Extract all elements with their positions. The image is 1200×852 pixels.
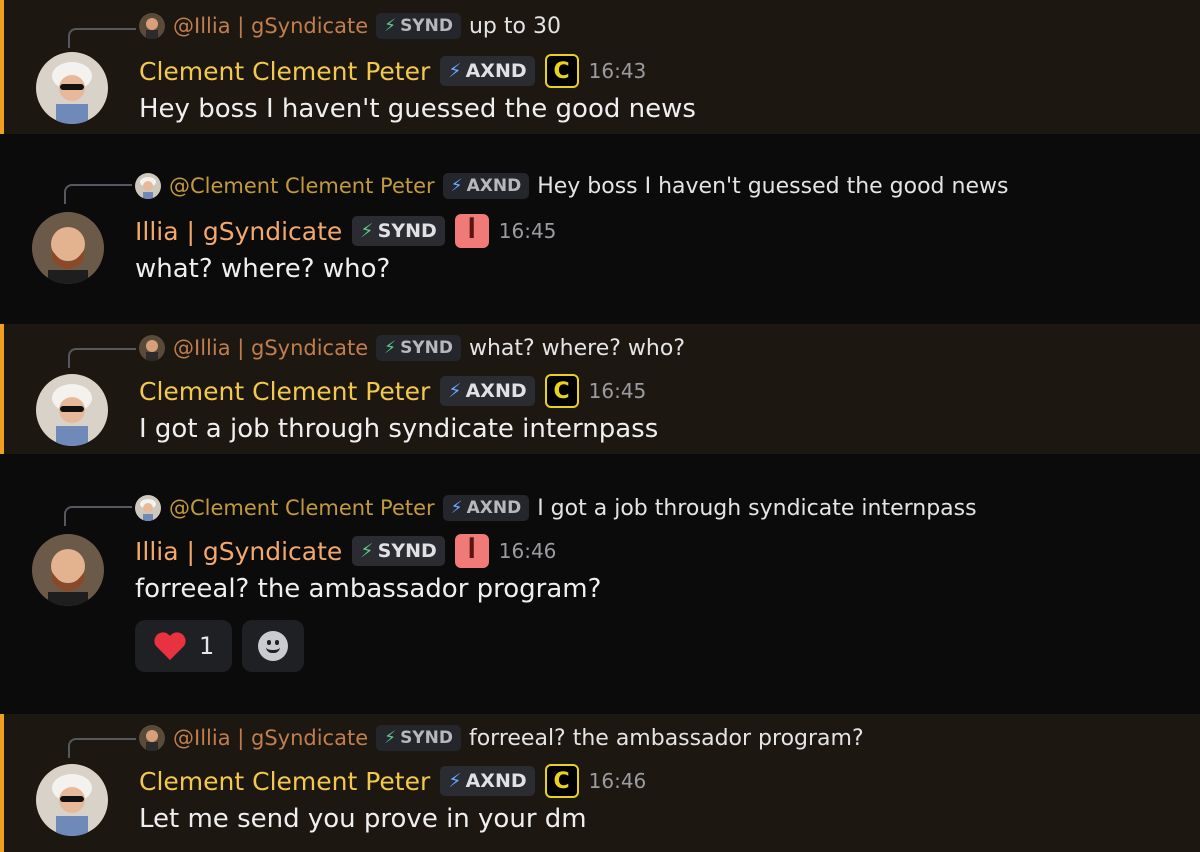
reply-text: up to 30 [468,13,561,39]
message-header: Illia | gSyndicate ⚡ SYND ꟾ 16:46 [135,534,556,568]
lightning-bolt-icon: ⚡ [384,338,397,358]
avatar[interactable] [36,52,108,124]
reply-author[interactable]: @Clement Clement Peter [169,174,435,198]
timestamp[interactable]: 16:45 [589,379,647,403]
message-header: Illia | gSyndicate ⚡ SYND ꟾ 16:45 [135,214,556,248]
reply-connector [68,28,136,48]
lightning-bolt-icon: ⚡ [384,728,397,748]
message-item[interactable]: @Illia | gSyndicate ⚡ SYND forreeal? the … [0,714,1200,852]
tag-label: AXND [466,498,522,518]
author-name[interactable]: Clement Clement Peter [139,57,430,86]
role-s-icon[interactable]: ꟾ [454,214,489,248]
reply-connector [68,738,136,758]
server-tag: ⚡ SYND [376,335,461,361]
tag-label: SYND [377,220,437,242]
reply-connector [68,348,136,368]
message-text: what? where? who? [135,254,391,284]
reply-connector [64,506,132,526]
timestamp[interactable]: 16:45 [499,219,557,243]
reply-preview[interactable]: @Clement Clement Peter ⚡ AXND Hey boss I … [135,172,1008,200]
message-item[interactable]: @Illia | gSyndicate ⚡ SYND up to 30 Cleme… [0,0,1200,134]
tag-label: AXND [465,60,527,82]
author-name[interactable]: Illia | gSyndicate [135,217,342,246]
reply-preview[interactable]: @Illia | gSyndicate ⚡ SYND forreeal? the … [139,724,864,752]
lightning-bolt-icon: ⚡ [448,770,462,792]
reply-author[interactable]: @Illia | gSyndicate [173,336,368,360]
reply-preview[interactable]: @Illia | gSyndicate ⚡ SYND what? where? w… [139,334,685,362]
server-tag: ⚡ SYND [376,13,461,39]
tag-label: SYND [377,540,437,562]
message-header: Clement Clement Peter ⚡ AXND C 16:46 [139,764,646,798]
reply-avatar-illia [139,335,165,361]
message-header: Clement Clement Peter ⚡ AXND C 16:45 [139,374,646,408]
avatar[interactable] [32,534,104,606]
message-text: Let me send you prove in your dm [139,804,587,834]
reply-text: what? where? who? [468,335,685,361]
reply-text: Hey boss I haven't guessed the good news [537,173,1009,199]
reply-preview[interactable]: @Illia | gSyndicate ⚡ SYND up to 30 [139,12,561,40]
role-c-icon[interactable]: C [544,374,579,408]
add-reaction-button[interactable] [242,620,305,672]
reply-avatar-clement [135,173,161,199]
lightning-bolt-icon: ⚡ [448,380,462,402]
tag-label: AXND [465,380,527,402]
server-tag[interactable]: ⚡ AXND [440,766,535,796]
tag-label: SYND [400,16,453,36]
reply-connector [64,184,132,204]
server-tag: ⚡ AXND [442,495,530,521]
author-name[interactable]: Clement Clement Peter [139,767,430,796]
server-tag[interactable]: ⚡ AXND [440,376,535,406]
tag-label: AXND [465,770,527,792]
server-tag[interactable]: ⚡ SYND [352,536,445,566]
lightning-bolt-icon: ⚡ [360,540,374,562]
role-c-icon[interactable]: C [544,54,579,88]
server-tag: ⚡ AXND [442,173,530,199]
tag-label: SYND [400,338,453,358]
lightning-bolt-icon: ⚡ [384,16,397,36]
heart-reaction-button[interactable]: 1 [135,620,233,672]
tag-label: AXND [466,176,522,196]
author-name[interactable]: Illia | gSyndicate [135,537,342,566]
chat-feed: @Illia | gSyndicate ⚡ SYND up to 30 Cleme… [0,0,1200,852]
reply-author[interactable]: @Clement Clement Peter [169,496,435,520]
reply-author[interactable]: @Illia | gSyndicate [173,14,368,38]
role-c-icon[interactable]: C [544,764,579,798]
reply-text: forreeal? the ambassador program? [468,725,864,751]
message-text: forreeal? the ambassador program? [135,574,602,604]
reply-avatar-clement [135,495,161,521]
message-text: Hey boss I haven't guessed the good news [139,94,696,124]
reaction-bar: 1 [135,620,305,672]
avatar[interactable] [36,764,108,836]
reply-avatar-illia [139,725,165,751]
message-text: I got a job through syndicate internpass [139,414,659,444]
server-tag[interactable]: ⚡ AXND [440,56,535,86]
add-reaction-smiley-icon [258,631,289,661]
reply-author[interactable]: @Illia | gSyndicate [173,726,368,750]
message-item[interactable]: @Clement Clement Peter ⚡ AXND I got a job… [0,454,1200,714]
reply-preview[interactable]: @Clement Clement Peter ⚡ AXND I got a job… [135,494,977,522]
lightning-bolt-icon: ⚡ [360,220,374,242]
reaction-count: 1 [199,632,215,660]
lightning-bolt-icon: ⚡ [448,60,462,82]
timestamp[interactable]: 16:46 [589,769,647,793]
author-name[interactable]: Clement Clement Peter [139,377,430,406]
message-header: Clement Clement Peter ⚡ AXND C 16:43 [139,54,646,88]
role-s-icon[interactable]: ꟾ [454,534,489,568]
avatar[interactable] [32,212,104,284]
server-tag[interactable]: ⚡ SYND [352,216,445,246]
server-tag: ⚡ SYND [376,725,461,751]
tag-label: SYND [400,728,453,748]
timestamp[interactable]: 16:43 [589,59,647,83]
message-item[interactable]: @Illia | gSyndicate ⚡ SYND what? where? w… [0,324,1200,454]
reply-text: I got a job through syndicate internpass [537,495,977,521]
avatar[interactable] [36,374,108,446]
message-item[interactable]: @Clement Clement Peter ⚡ AXND Hey boss I … [0,134,1200,324]
timestamp[interactable]: 16:46 [499,539,557,563]
heart-icon [154,632,186,660]
lightning-bolt-icon: ⚡ [450,498,463,518]
lightning-bolt-icon: ⚡ [450,176,463,196]
reply-avatar-illia [139,13,165,39]
